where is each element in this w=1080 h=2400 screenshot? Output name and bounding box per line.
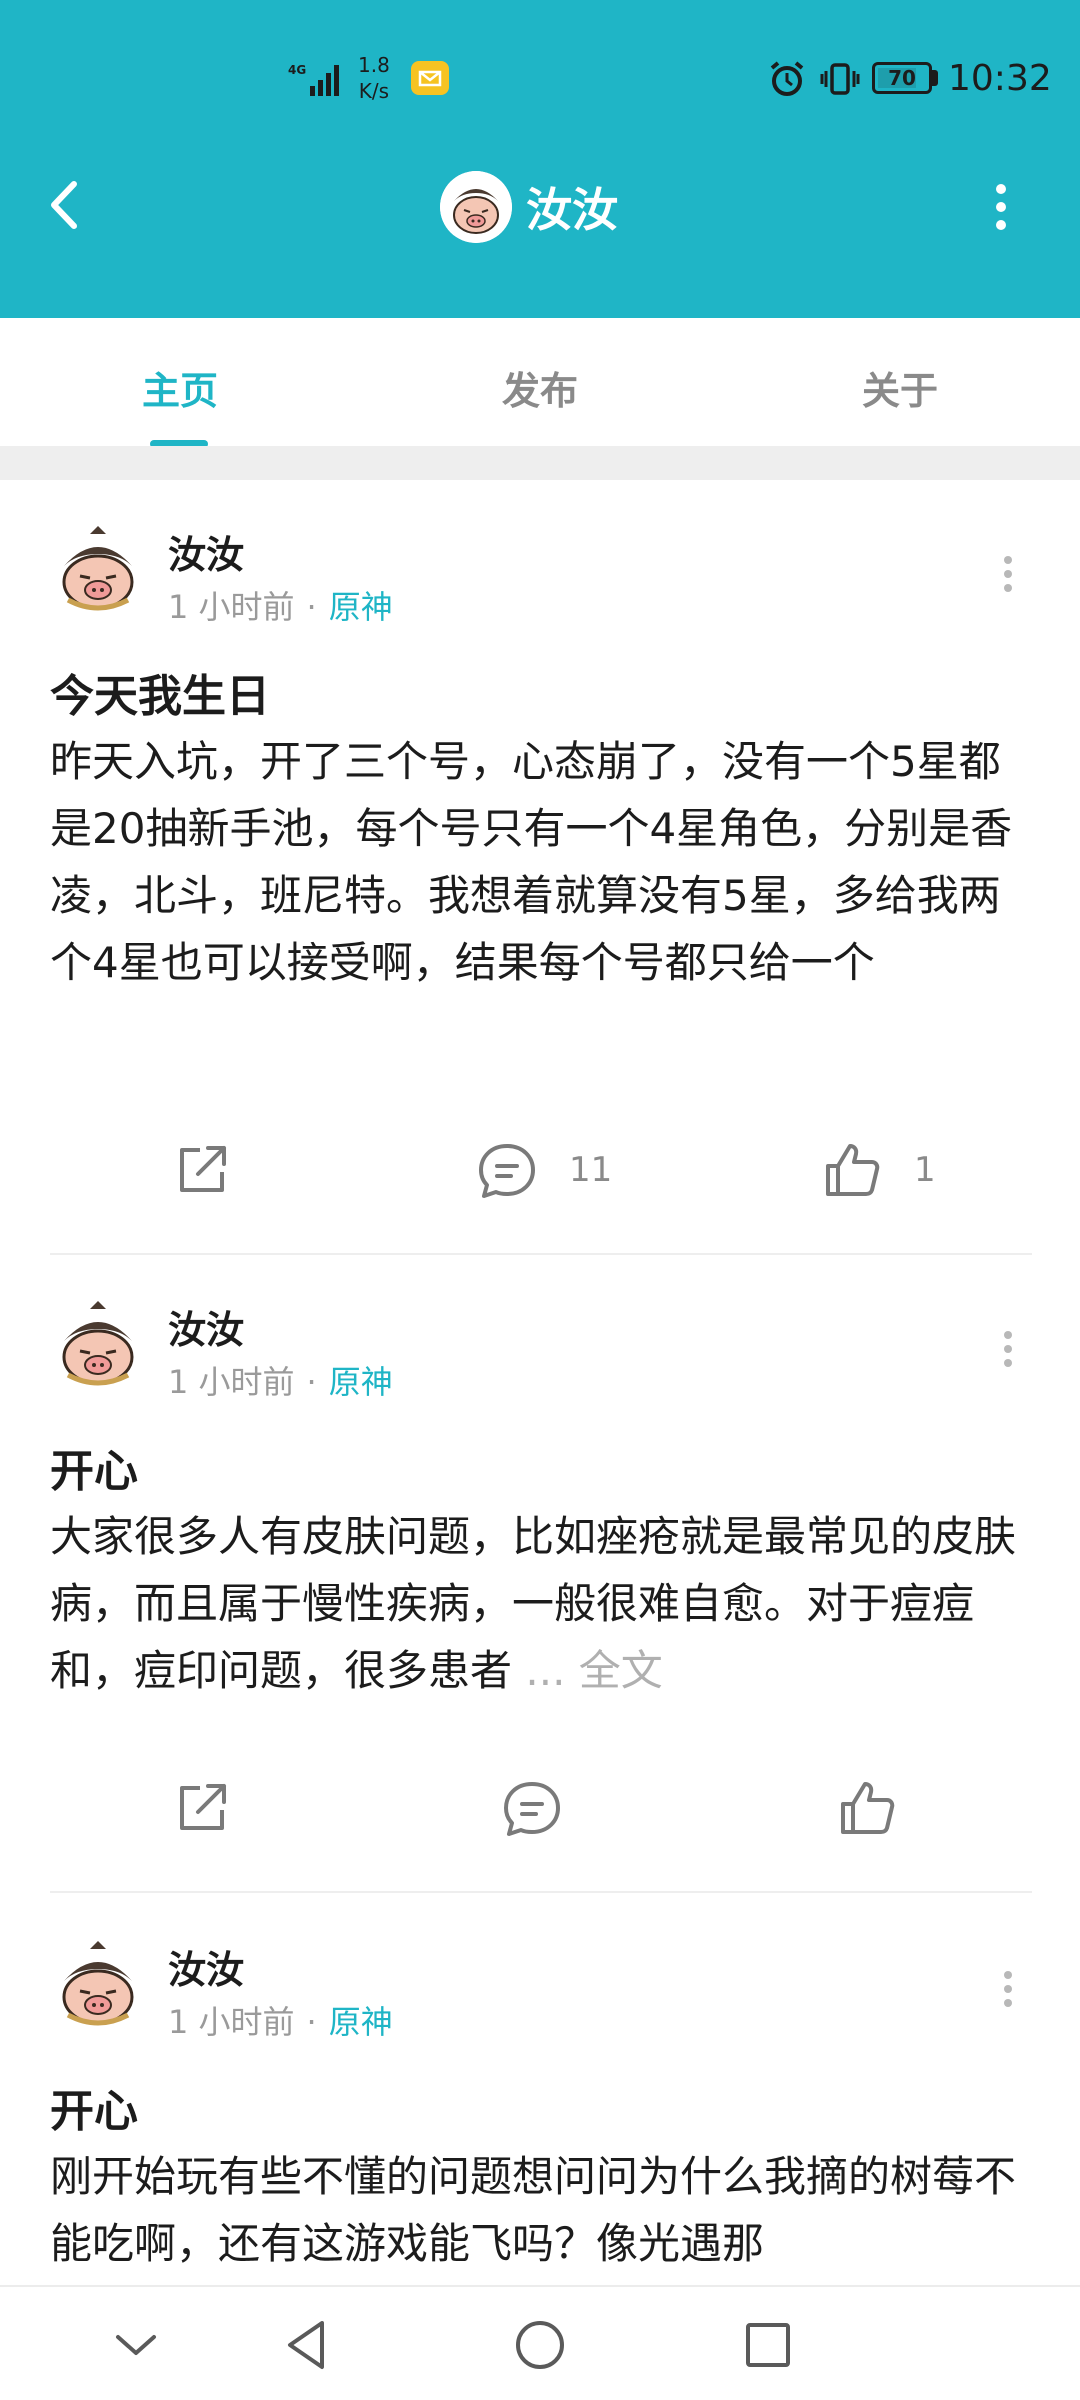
comment-button[interactable]: 11 [475, 1135, 612, 1205]
post-meta: 1 小时前 · 原神 [168, 582, 393, 628]
post-topic-tag[interactable]: 原神 [329, 588, 393, 626]
post-author[interactable]: 汝汝 [168, 1939, 244, 1994]
avatar[interactable] [50, 1299, 146, 1395]
signal-icon: 4G [288, 63, 339, 96]
post-meta: 1 小时前 · 原神 [168, 1997, 393, 2043]
meta-separator: · [306, 588, 317, 626]
like-count: 1 [914, 1150, 936, 1190]
post-title: 今天我生日 [50, 671, 270, 722]
post-meta: 1 小时前 · 原神 [168, 1357, 393, 1403]
avatar [440, 171, 512, 243]
post-body: 刚开始玩有些不懂的问题想问问为什么我摘的树莓不能吃啊，还有这游戏能飞吗？像光遇那 [50, 2143, 1030, 2277]
battery-icon: 70 [872, 62, 932, 94]
post-feed: 汝汝 1 小时前 · 原神 今天我生日 昨天入坑，开了三个号，心态崩了，没有一个5星… [0, 480, 1080, 2285]
post-author[interactable]: 汝汝 [168, 524, 244, 579]
avatar[interactable] [50, 1939, 146, 2035]
post-menu-button[interactable] [990, 550, 1026, 598]
like-button[interactable]: 1 [820, 1135, 936, 1205]
post-divider [50, 1891, 1032, 1893]
system-navigation-bar [0, 2285, 1080, 2400]
tab-home[interactable]: 主页 [80, 360, 280, 415]
more-vertical-icon [996, 184, 1006, 230]
post-actions [0, 1773, 1080, 1843]
chevron-down-icon [116, 2335, 156, 2355]
read-more-link[interactable]: ... 全文 [512, 1646, 662, 1695]
more-vertical-icon [1004, 1971, 1012, 2007]
thumbs-up-icon [826, 1144, 880, 1196]
network-speed-value: 1.8 [358, 53, 390, 77]
post-menu-button[interactable] [990, 1965, 1026, 2013]
section-divider [0, 446, 1080, 480]
profile-header: 4G 1.8 K/s 70 10:32 汝汝 [0, 0, 1080, 318]
post-card[interactable]: 汝汝 1 小时前 · 原神 开心 刚开始玩有些不懂的问题想问问为什么我摘的树莓不能吃… [0, 1895, 1080, 2285]
profile-title: 汝汝 [440, 170, 618, 244]
recent-apps-button[interactable] [736, 2313, 800, 2377]
comment-button[interactable] [500, 1773, 594, 1843]
post-topic-tag[interactable]: 原神 [329, 2003, 393, 2041]
back-button[interactable] [40, 170, 90, 240]
battery-level: 70 [888, 66, 916, 90]
profile-tabs: 主页 发布 关于 [0, 318, 1080, 448]
circle-home-icon [516, 2321, 564, 2369]
post-body: 大家很多人有皮肤问题，比如痤疮就是最常见的皮肤病，而且属于慢性疾病，一般很难自愈… [50, 1503, 1030, 1704]
tab-posts[interactable]: 发布 [440, 360, 640, 415]
svg-text:4G: 4G [288, 63, 306, 77]
comment-count: 11 [569, 1150, 613, 1190]
comment-icon [504, 1782, 560, 1836]
post-card[interactable]: 汝汝 1 小时前 · 原神 今天我生日 昨天入坑，开了三个号，心态崩了，没有一个5星… [0, 480, 1080, 1255]
comment-icon [479, 1144, 535, 1198]
post-topic-tag[interactable]: 原神 [329, 1363, 393, 1401]
status-bar: 4G 1.8 K/s 70 10:32 [0, 0, 1080, 160]
network-speed: 1.8 K/s [358, 52, 390, 104]
meta-separator: · [306, 2003, 317, 2041]
collapse-nav-button[interactable] [104, 2313, 168, 2377]
post-time: 1 小时前 [168, 1363, 295, 1401]
vibrate-icon [820, 63, 860, 95]
like-button[interactable] [835, 1773, 929, 1843]
home-button[interactable] [508, 2313, 572, 2377]
post-title: 开心 [50, 1446, 138, 1497]
post-time: 1 小时前 [168, 2003, 295, 2041]
more-vertical-icon [1004, 1331, 1012, 1367]
post-actions: 11 1 [0, 1135, 1080, 1205]
post-body-text: 刚开始玩有些不懂的问题想问问为什么我摘的树莓不能吃啊，还有这游戏能飞吗？像光遇那 [50, 2152, 1017, 2268]
share-button[interactable] [170, 1135, 234, 1205]
share-icon [180, 1146, 226, 1192]
post-title: 开心 [50, 2086, 138, 2137]
thumbs-up-icon [841, 1782, 895, 1834]
share-icon [180, 1784, 226, 1830]
triangle-back-icon [288, 2321, 324, 2369]
battery-tip [932, 70, 938, 86]
post-card[interactable]: 汝汝 1 小时前 · 原神 开心 大家很多人有皮肤问题，比如痤疮就是最常见的皮肤病，… [0, 1255, 1080, 1895]
meta-separator: · [306, 1363, 317, 1401]
system-back-button[interactable] [276, 2313, 340, 2377]
alarm-icon [770, 61, 804, 96]
chevron-left-icon [51, 181, 77, 229]
avatar[interactable] [50, 524, 146, 620]
post-body-text: 昨天入坑，开了三个号，心态崩了，没有一个5星都是20抽新手池，每个号只有一个4星… [50, 737, 1013, 987]
post-body: 昨天入坑，开了三个号，心态崩了，没有一个5星都是20抽新手池，每个号只有一个4星… [50, 728, 1030, 996]
network-speed-unit: K/s [358, 79, 390, 103]
post-menu-button[interactable] [990, 1325, 1026, 1373]
message-notification-icon [411, 61, 449, 95]
tab-about[interactable]: 关于 [800, 360, 1000, 415]
more-vertical-icon [1004, 556, 1012, 592]
post-time: 1 小时前 [168, 588, 295, 626]
square-recents-icon [746, 2323, 790, 2367]
page-title: 汝汝 [526, 183, 618, 237]
clock: 10:32 [948, 58, 1052, 99]
post-author[interactable]: 汝汝 [168, 1299, 244, 1354]
share-button[interactable] [170, 1773, 234, 1843]
more-options-button[interactable] [978, 175, 1024, 239]
